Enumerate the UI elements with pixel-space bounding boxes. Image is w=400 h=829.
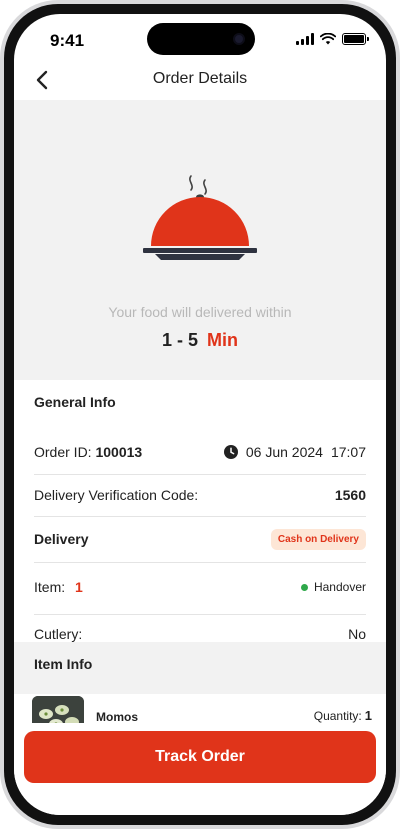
verification-label: Delivery Verification Code: [34,487,199,503]
order-id-label: Order ID: [34,444,92,460]
cutlery-value: No [348,626,366,642]
item-status: Handover [300,580,366,594]
eta-range: 1 - 5 [161,330,198,350]
camera-icon [233,33,245,45]
divider [34,562,366,563]
app-header: Order Details [14,60,386,100]
item-name: Momos [96,710,138,724]
track-order-button[interactable]: Track Order [24,731,376,783]
order-id-value: 100013 [95,444,143,460]
eta-hero: Your food will delivered within 1 - 5 Mi… [14,100,386,380]
item-status-text: Handover [313,580,366,594]
verification-row: Delivery Verification Code: 1560 [34,487,366,503]
order-date: 06 Jun 2024 [245,444,323,460]
item-quantity-label: Quantity: [313,709,362,723]
wifi-icon [320,33,336,45]
verification-code: 1560 [334,487,366,503]
divider [34,614,366,615]
clock-icon [223,445,238,459]
order-id-row: Order ID: 100013 06 Jun 2024 17:07 [34,444,366,460]
page-title: Order Details [152,70,248,87]
payment-badge: Cash on Delivery [270,528,366,550]
phone-bezel: 9:41 Order Details Your food will delive… [4,4,396,825]
divider [34,516,366,517]
item-quantity: Quantity: 1 [314,708,372,723]
cutlery-row: Cutlery: No [34,626,366,642]
status-dot-icon [300,583,308,591]
delivery-row: Delivery Cash on Delivery [34,526,366,552]
order-time: 17:07 [330,444,366,460]
item-quantity-value: 1 [364,708,372,723]
signal-icon [296,33,314,45]
divider [34,474,366,475]
cutlery-label: Cutlery: [34,626,83,642]
battery-icon [342,33,369,45]
phone-frame: 9:41 Order Details Your food will delive… [0,0,400,829]
eta-text: Your food will delivered within [108,304,292,320]
status-icons [296,33,369,45]
order-datetime: 06 Jun 2024 17:07 [223,444,366,460]
general-info-title: General Info [34,394,116,410]
item-count-row: Item: 1 Handover [34,579,366,595]
status-time: 9:41 [50,31,85,50]
bottom-action-bar: Track Order [14,723,386,815]
dynamic-island [147,23,255,55]
delivery-label: Delivery [34,531,89,547]
item-info-title: Item Info [34,656,93,672]
eta-unit: Min [207,330,239,350]
screen: 9:41 Order Details Your food will delive… [14,14,386,815]
eta-value: 1 - 5 Min [14,330,386,351]
item-info-section: Item Info [14,642,386,694]
item-count-value: 1 [75,579,83,595]
food-cloche-icon [143,175,257,260]
status-bar: 9:41 [14,14,386,66]
item-count-label: Item: [34,579,66,595]
